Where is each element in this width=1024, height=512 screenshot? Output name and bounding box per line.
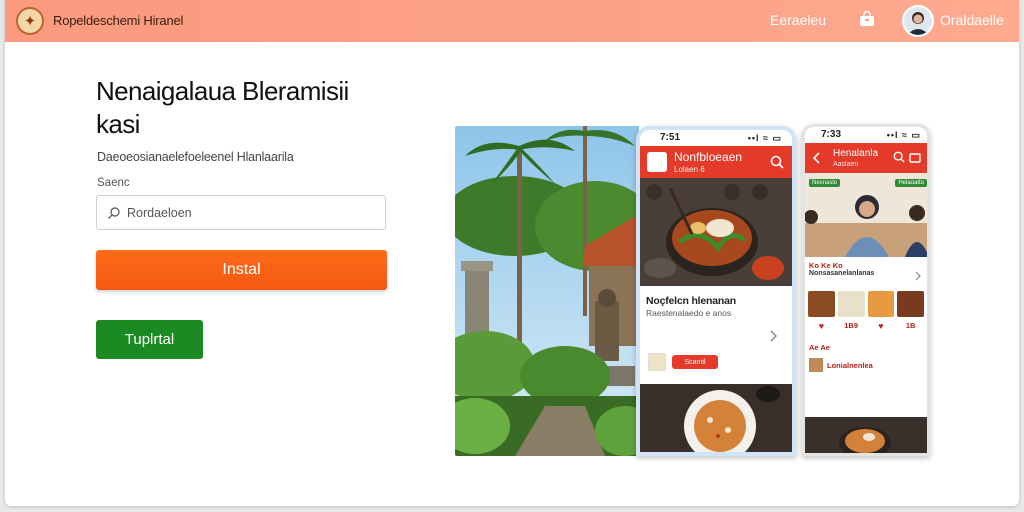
qr-icon[interactable] [647,152,667,172]
search-icon[interactable] [893,151,905,163]
search-icon[interactable] [770,155,784,169]
install-button[interactable]: Instal [96,250,387,290]
dish-subtitle: Raestenalaedo e anos [646,308,732,318]
food-tile[interactable] [837,291,865,317]
signal-icon: ••l ≈ ▭ [886,130,921,140]
top-bar: ✦ Ropeldeschemi Hiranel Eeraeleu Oraldae… [5,0,1019,42]
section-header: Ko Ke Ko Nonsasanelanlanas [805,257,927,277]
food-tile[interactable] [867,291,895,317]
list-item-label: Lonialnenlea [827,360,873,370]
user-name[interactable]: Oraldaelle [940,12,1004,28]
food-price: 1B9 [844,321,858,330]
signal-icon: ••l ≈ ▭ [747,133,782,143]
cart-icon[interactable] [909,151,921,163]
phone-header-title: Henalanla [833,148,879,159]
list-item-thumb [809,358,823,372]
food-tile[interactable] [897,291,924,317]
section-subtitle: Nonsasanelanlanas [809,270,875,277]
secondary-button[interactable]: Tuplrtal [96,320,203,359]
search-input[interactable] [127,205,377,220]
dish-thumb [648,353,666,371]
heart-icon[interactable]: ♥ [808,321,835,331]
phone-header: Henalanla Aaslaen [805,143,927,173]
app-title: Ropeldeschemi Hiranel [53,13,184,28]
phone-header-subtitle: Aaslaen [833,161,859,168]
food-price-row: ♥ 1B9 ♥ 1B [805,317,927,331]
status-time: 7:51 [660,132,681,143]
food-tile[interactable] [808,291,835,317]
status-bar: 7:51 ••l ≈ ▭ [640,130,792,146]
tag-right[interactable]: Helaoatto [895,179,927,187]
list-section: Ae Ae Lonialnenlea [805,331,927,372]
install-button-label: Instal [222,261,261,278]
page-title: Nenaigalaua Bleramisii kasi [96,76,349,139]
order-button[interactable]: Scantil [672,355,718,369]
nav-link[interactable]: Eeraeleu [770,12,826,28]
dish-title: Noçfelcn hlenanan [646,295,736,307]
logo-icon[interactable]: ✦ [16,7,44,35]
user-avatar-icon [904,7,932,35]
order-button-label: Scantil [684,358,706,366]
chevron-right-icon[interactable] [770,330,778,342]
search-icon [108,206,120,219]
garden-illustration [455,126,639,456]
heart-icon[interactable]: ♥ [868,321,895,331]
secondary-button-label: Tuplrtal [124,331,175,348]
search-label: Saenc [97,177,130,189]
food-image-rice [640,384,792,452]
phone-header-subtitle: Lolaen 6 [674,165,705,174]
back-arrow-icon[interactable] [812,152,820,164]
phone-mockup-right: 7:33 ••l ≈ ▭ Henalanla Aaslaen Nesnaslo … [802,124,930,456]
search-field[interactable] [96,195,386,230]
list-title: Ae Ae [809,343,830,352]
hero-image [455,126,639,456]
section-title: Ko Ke Ko [809,261,843,270]
food-image-bottom [805,417,927,453]
list-item[interactable]: Lonialnenlea [809,358,923,372]
phone-header-title: Nonfbloeaen [674,150,743,164]
status-time: 7:33 [821,129,842,140]
food-grid [805,277,927,317]
shop-icon[interactable] [857,10,877,30]
avatar[interactable] [902,5,934,37]
page-subtitle: Daeoeosianaelefoeleenel Hlanlaarila [97,150,294,164]
phone-mockup-left: 7:51 ••l ≈ ▭ Nonfbloeaen Lolaen 6 Noçfel… [636,126,796,456]
promo-banner: Nesnaslo Helaoatto [805,173,927,257]
food-price: 1B [905,321,916,330]
tag-left[interactable]: Nesnaslo [809,179,841,187]
status-bar: 7:33 ••l ≈ ▭ [805,127,927,143]
phone-header: Nonfbloeaen Lolaen 6 [640,146,792,178]
chevron-right-icon[interactable] [915,271,921,281]
food-image-noodles [640,178,792,286]
